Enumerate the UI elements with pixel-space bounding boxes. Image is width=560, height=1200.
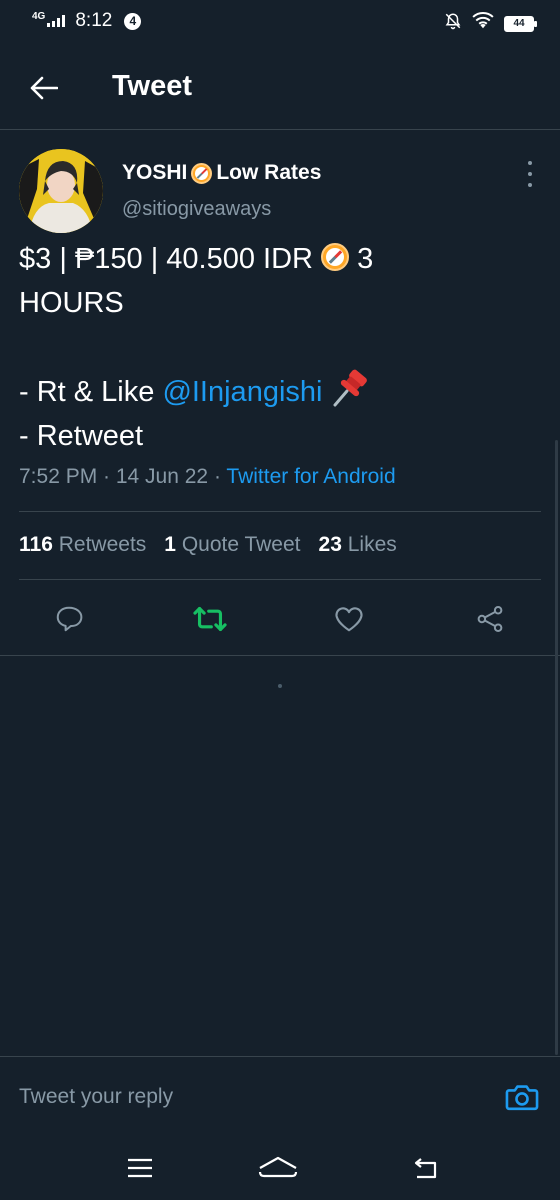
status-time: 8:12 [75, 10, 113, 31]
tweet-detail-screen: 4G 8:12 4 44 Tweet YOSHI Low Rates @siti… [0, 0, 560, 1200]
recent-apps-button[interactable] [120, 1150, 160, 1186]
compass-emoji-icon [191, 162, 213, 184]
retweet-button[interactable] [190, 599, 230, 639]
retweets-count: 116 [19, 533, 53, 556]
display-name-suffix: Low Rates [216, 161, 322, 184]
camera-button[interactable] [504, 1079, 540, 1115]
tweet-text-segment: 3 [357, 243, 374, 275]
muted-bell-icon [444, 12, 462, 35]
retweet-icon [193, 606, 227, 632]
status-bar: 4G 8:12 4 44 [0, 0, 560, 44]
reply-button[interactable] [49, 599, 89, 639]
home-button[interactable] [258, 1150, 298, 1186]
author-name-row[interactable]: YOSHI Low Rates [122, 161, 321, 185]
network-type: 4G [32, 11, 46, 22]
author-handle[interactable]: @sitiogiveaways [122, 198, 271, 221]
back-nav-button[interactable] [406, 1150, 446, 1186]
system-nav-bar [0, 1136, 560, 1200]
likes-stat[interactable]: 23 Likes [319, 533, 397, 557]
notification-count-badge: 4 [124, 12, 142, 30]
divider [0, 655, 560, 656]
display-name: YOSHI [122, 161, 188, 184]
compass-emoji-icon [321, 243, 350, 271]
divider [19, 579, 541, 580]
scrollbar[interactable] [555, 440, 558, 1055]
tweet-text-segment: - Rt & Like [19, 376, 155, 408]
heart-icon [335, 607, 363, 632]
tweet-meta: 7:52 PM · 14 Jun 22 · Twitter for Androi… [19, 465, 396, 489]
pushpin-emoji-icon [333, 369, 367, 407]
tweet-line-4: - Rt & Like @IInjangishi [19, 369, 544, 414]
back-arrow-icon [30, 76, 58, 100]
tweet-stats: 116 Retweets 1 Quote Tweet 23 Likes [19, 533, 397, 557]
tweet-line-1: $3 | ₱150 | 40.500 IDR 3 [19, 237, 544, 281]
reply-bar [0, 1056, 560, 1136]
reply-icon [56, 606, 83, 632]
tweet-source-link[interactable]: Twitter for Android [226, 465, 395, 488]
menu-icon [128, 1158, 152, 1178]
more-options-button[interactable] [524, 161, 536, 187]
status-left: 4G 8:12 4 [32, 10, 142, 32]
back-button[interactable] [24, 70, 64, 106]
like-button[interactable] [329, 599, 369, 639]
avatar[interactable] [19, 149, 103, 233]
tweet-line-2: HOURS [19, 287, 124, 319]
quotes-label: Quote Tweet [181, 533, 301, 556]
retweets-stat[interactable]: 116 Retweets [19, 533, 146, 557]
battery-icon: 44 [504, 15, 537, 32]
status-right: 44 [444, 12, 537, 35]
app-header: Tweet [0, 44, 560, 130]
more-dot-icon [528, 161, 532, 165]
quote-tweets-stat[interactable]: 1 Quote Tweet [164, 533, 300, 557]
tweet-actions [0, 599, 560, 655]
home-icon [258, 1156, 298, 1178]
back-nav-icon [414, 1158, 437, 1179]
signal-icon [47, 15, 66, 27]
likes-count: 23 [318, 533, 342, 556]
tweet-timestamp: 7:52 PM · 14 Jun 22 · [19, 465, 227, 488]
avatar-image [19, 149, 103, 233]
quotes-count: 1 [164, 533, 176, 556]
camera-icon [505, 1085, 539, 1111]
page-title: Tweet [112, 70, 193, 102]
reply-input[interactable] [19, 1081, 439, 1113]
tweet-text: $3 | ₱150 | 40.500 IDR 3 HOURS - Rt & Li… [19, 237, 544, 458]
wifi-icon [472, 12, 494, 35]
share-icon [477, 606, 503, 632]
more-dot-icon [528, 183, 532, 187]
tweet-line-5: - Retweet [19, 420, 144, 452]
likes-label: Likes [347, 533, 397, 556]
share-button[interactable] [470, 599, 510, 639]
loading-indicator [278, 684, 282, 688]
mention-link[interactable]: @IInjangishi [162, 376, 322, 408]
retweets-label: Retweets [58, 533, 147, 556]
divider [19, 511, 541, 512]
more-dot-icon [528, 172, 532, 176]
tweet-text-segment: $3 | ₱150 | 40.500 IDR [19, 243, 313, 275]
